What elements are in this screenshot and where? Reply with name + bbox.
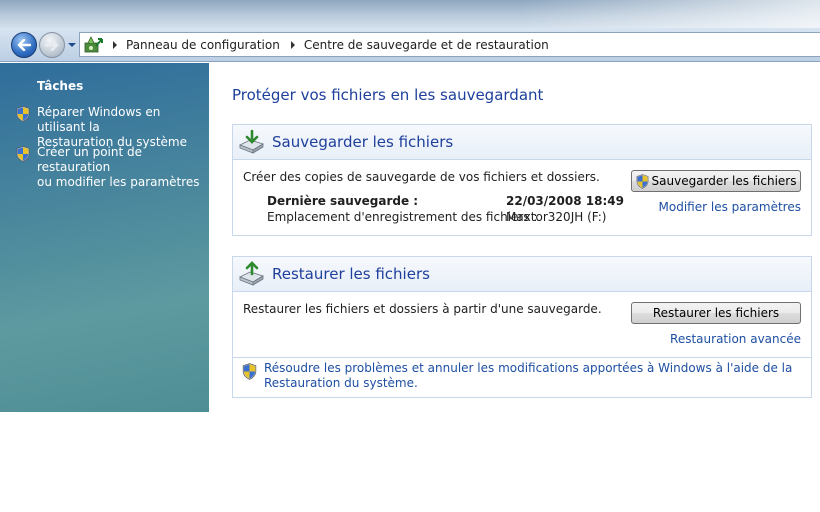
shield-icon <box>242 363 257 380</box>
task-create-restore-point[interactable]: Créer un point de restauration ou modifi… <box>16 145 208 190</box>
breadcrumb-control-panel[interactable]: Panneau de configuration <box>126 38 280 52</box>
backup-section-header: Sauvegarder les fichiers <box>233 125 811 160</box>
arrow-left-icon <box>17 39 31 51</box>
restore-files-button[interactable]: Restaurer les fichiers <box>631 302 801 324</box>
task-restore-point-line1: Créer un point de restauration <box>37 145 143 174</box>
last-backup-value: 22/03/2008 18:49 <box>506 194 624 208</box>
backup-section: Sauvegarder les fichiers Créer des copie… <box>232 124 812 236</box>
task-repair-windows[interactable]: Réparer Windows en utilisant la Restaura… <box>16 105 208 150</box>
task-pane-title: Tâches <box>37 79 84 93</box>
task-restore-point-line2: ou modifier les paramètres <box>37 175 200 189</box>
restore-files-button-label: Restaurer les fichiers <box>652 306 780 320</box>
uac-shield-icon <box>636 173 648 189</box>
task-pane: Tâches Réparer Windows en utilisant la R… <box>0 63 209 412</box>
system-restore-link[interactable]: Résoudre les problèmes et annuler les mo… <box>264 361 809 391</box>
shield-icon <box>16 146 30 162</box>
restore-description: Restaurer les fichiers et dossiers à par… <box>243 302 602 316</box>
backup-section-title: Sauvegarder les fichiers <box>272 133 454 151</box>
backup-files-button-label: Sauvegarder les fichiers <box>651 174 797 188</box>
recent-pages-dropdown-icon[interactable] <box>67 41 77 49</box>
backup-description: Créer des copies de sauvegarde de vos fi… <box>243 170 600 184</box>
modify-settings-link[interactable]: Modifier les paramètres <box>659 200 801 214</box>
back-button[interactable] <box>11 32 37 58</box>
control-panel-icon <box>84 36 103 53</box>
forward-button[interactable] <box>39 32 65 58</box>
backup-drive-icon <box>239 129 264 154</box>
page-title: Protéger vos fichiers en les sauvegardan… <box>232 86 544 104</box>
breadcrumb-separator-icon[interactable] <box>290 40 296 49</box>
restore-drive-icon <box>239 261 264 286</box>
address-field[interactable]: Panneau de configuration Centre de sauve… <box>79 32 820 57</box>
location-value: Maxtor320JH (F:) <box>506 210 607 224</box>
shield-icon <box>16 106 30 122</box>
section-divider <box>233 357 811 358</box>
backup-files-button[interactable]: Sauvegarder les fichiers <box>631 170 801 192</box>
breadcrumb-separator-icon[interactable] <box>112 40 118 49</box>
arrow-right-icon <box>45 39 59 51</box>
advanced-restore-link[interactable]: Restauration avancée <box>670 332 801 346</box>
restore-section-title: Restaurer les fichiers <box>272 265 430 283</box>
window-title-strip-highlight <box>520 0 820 28</box>
last-backup-label: Dernière sauvegarde : <box>267 194 419 208</box>
address-bar-area: Panneau de configuration Centre de sauve… <box>0 28 820 62</box>
breadcrumb-backup-center[interactable]: Centre de sauvegarde et de restauration <box>304 38 549 52</box>
restore-section-header: Restaurer les fichiers <box>233 257 811 292</box>
location-label: Emplacement d'enregistrement des fichier… <box>267 210 538 224</box>
task-repair-line1: Réparer Windows en utilisant la <box>37 105 161 134</box>
